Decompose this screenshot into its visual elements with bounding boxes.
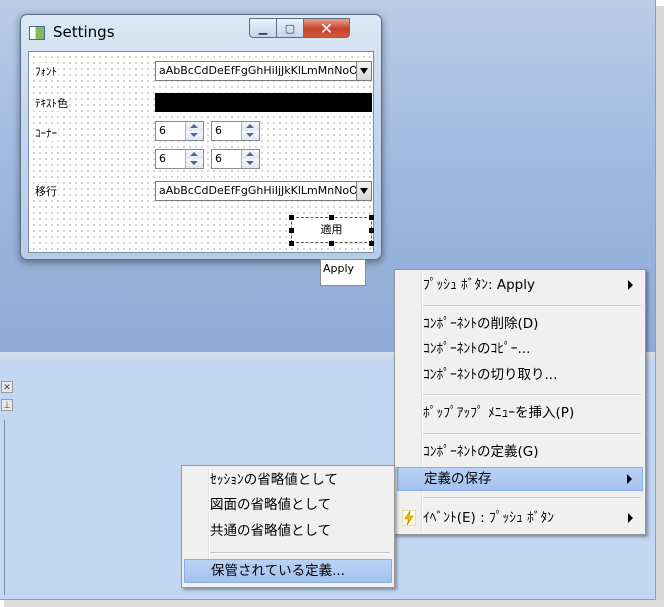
menu-item-label: ｲﾍﾞﾝﾄ(E) : ﾌﾟｯｼｭ ﾎﾞﾀﾝ xyxy=(423,510,554,526)
right-shadow xyxy=(656,6,664,606)
spin-up-icon[interactable] xyxy=(242,150,259,159)
save-definition-submenu: ｾｯｼｮﾝの省略値として 図面の省略値として 共通の省略値として 保管されている… xyxy=(181,465,395,588)
corner-label: ｺｰﾅｰ xyxy=(34,125,58,141)
resize-handle[interactable] xyxy=(289,241,294,246)
shift-combo[interactable]: aAbBcCdDeEfFgGhHiIjJkKlLmMnNoOpP xyxy=(155,181,372,201)
shift-combo-value: aAbBcCdDeEfFgGhHiIjJkKlLmMnNoOpP xyxy=(159,184,372,197)
menu-separator xyxy=(210,552,390,554)
submenu-arrow-icon xyxy=(628,280,633,290)
menu-item-copy-component[interactable]: ｺﾝﾎﾟｰﾈﾝﾄのｺﾋﾟｰ... xyxy=(397,337,643,361)
menu-item-label: 定義の保存 xyxy=(424,471,492,487)
corner-spinner-1[interactable]: 6 xyxy=(155,121,204,141)
panel-pin-icon[interactable]: ⊥ xyxy=(1,399,13,411)
window-app-icon xyxy=(29,26,45,40)
spin-up-icon[interactable] xyxy=(242,122,259,131)
context-menu: ﾌﾟｯｼｭ ﾎﾞﾀﾝ: Apply ｺﾝﾎﾟｰﾈﾝﾄの削除(D) ｺﾝﾎﾟｰﾈﾝ… xyxy=(394,269,646,535)
submenu-item-session-default[interactable]: ｾｯｼｮﾝの省略値として xyxy=(184,468,392,492)
settings-window: Settings ▁ ▢ ✕ ﾌｫﾝﾄ aAbBcCdDeEfFgGhHiIjJ… xyxy=(20,14,382,260)
resize-handle[interactable] xyxy=(369,228,374,233)
corner-spinner-2[interactable]: 6 xyxy=(211,121,260,141)
font-label: ﾌｫﾝﾄ xyxy=(34,63,58,79)
corner-spinner-1-value: 6 xyxy=(159,124,166,137)
menu-item-label: ﾌﾟｯｼｭ ﾎﾞﾀﾝ: Apply xyxy=(423,277,535,293)
menu-item-delete-component[interactable]: ｺﾝﾎﾟｰﾈﾝﾄの削除(D) xyxy=(397,312,643,336)
close-button[interactable]: ✕ xyxy=(304,18,350,38)
menu-separator xyxy=(423,305,641,307)
panel-close-icon[interactable]: ✕ xyxy=(1,381,13,393)
menu-separator xyxy=(423,497,641,499)
menu-item-insert-popup-menu[interactable]: ﾎﾟｯﾌﾟｱｯﾌﾟ ﾒﾆｭｰを挿入(P) xyxy=(397,401,643,425)
menu-item-label: 保管されている定義... xyxy=(211,563,345,579)
menu-item-label: 図面の省略値として xyxy=(210,497,332,513)
menu-item-label: ﾎﾟｯﾌﾟｱｯﾌﾟ ﾒﾆｭｰを挿入(P) xyxy=(423,405,575,421)
text-color-label: ﾃｷｽﾄ色 xyxy=(34,95,69,111)
minimize-button[interactable]: ▁ xyxy=(249,18,277,38)
shift-combo-dropdown-icon[interactable] xyxy=(356,182,371,200)
spin-up-icon[interactable] xyxy=(186,122,203,131)
menu-item-label: ｾｯｼｮﾝの省略値として xyxy=(210,472,338,488)
panel-guide-line xyxy=(4,420,5,595)
window-title: Settings xyxy=(53,23,115,41)
submenu-item-drawing-default[interactable]: 図面の省略値として xyxy=(184,493,392,517)
design-canvas[interactable]: ﾌｫﾝﾄ aAbBcCdDeEfFgGhHiIjJkKlLmMnNoOpP ﾃｷ… xyxy=(28,51,374,253)
menu-item-label: ｺﾝﾎﾟｰﾈﾝﾄの切り取り... xyxy=(423,367,558,383)
resize-handle[interactable] xyxy=(289,228,294,233)
font-combo[interactable]: aAbBcCdDeEfFgGhHiIjJkKlLmMnNoOpP xyxy=(155,61,372,81)
menu-separator xyxy=(423,394,641,396)
resize-handle[interactable] xyxy=(329,241,334,246)
text-color-swatch[interactable] xyxy=(155,93,372,112)
menu-item-label: ｺﾝﾎﾟｰﾈﾝﾄの削除(D) xyxy=(423,316,539,332)
resize-handle[interactable] xyxy=(369,241,374,246)
submenu-item-common-default[interactable]: 共通の省略値として xyxy=(184,519,392,543)
menu-separator xyxy=(423,433,641,435)
caption-buttons: ▁ ▢ ✕ xyxy=(249,18,350,38)
menu-item-label: ｺﾝﾎﾟｰﾈﾝﾄのｺﾋﾟｰ... xyxy=(423,341,531,357)
spin-down-icon[interactable] xyxy=(242,131,259,140)
menu-item-push-button[interactable]: ﾌﾟｯｼｭ ﾎﾞﾀﾝ: Apply xyxy=(397,273,643,297)
corner-spinner-2-value: 6 xyxy=(215,124,222,137)
apply-button[interactable]: 適用 xyxy=(291,217,372,243)
submenu-arrow-icon xyxy=(627,474,632,484)
font-combo-dropdown-icon[interactable] xyxy=(356,62,371,80)
corner-spinner-3-value: 6 xyxy=(159,152,166,165)
submenu-arrow-icon xyxy=(628,513,633,523)
submenu-item-stored-definitions[interactable]: 保管されている定義... xyxy=(184,559,392,583)
apply-tooltip: Apply xyxy=(320,259,366,286)
spin-down-icon[interactable] xyxy=(186,159,203,168)
menu-item-label: 共通の省略値として xyxy=(210,523,332,539)
menu-item-component-definition[interactable]: ｺﾝﾎﾟｰﾈﾝﾄの定義(G) xyxy=(397,440,643,464)
corner-spinner-3[interactable]: 6 xyxy=(155,149,204,169)
spin-down-icon[interactable] xyxy=(242,159,259,168)
resize-handle[interactable] xyxy=(289,215,294,220)
menu-item-cut-component[interactable]: ｺﾝﾎﾟｰﾈﾝﾄの切り取り... xyxy=(397,363,643,387)
corner-spinner-4-value: 6 xyxy=(215,152,222,165)
menu-item-label: ｺﾝﾎﾟｰﾈﾝﾄの定義(G) xyxy=(423,444,539,460)
spin-down-icon[interactable] xyxy=(186,131,203,140)
resize-handle[interactable] xyxy=(369,215,374,220)
lightning-icon xyxy=(402,510,416,526)
menu-item-save-definition[interactable]: 定義の保存 xyxy=(397,467,643,491)
maximize-button[interactable]: ▢ xyxy=(277,18,304,38)
font-combo-value: aAbBcCdDeEfFgGhHiIjJkKlLmMnNoOpP xyxy=(159,64,372,77)
resize-handle[interactable] xyxy=(329,215,334,220)
menu-item-event[interactable]: ｲﾍﾞﾝﾄ(E) : ﾌﾟｯｼｭ ﾎﾞﾀﾝ xyxy=(397,506,643,530)
shift-label: 移行 xyxy=(34,183,58,199)
spin-up-icon[interactable] xyxy=(186,150,203,159)
corner-spinner-4[interactable]: 6 xyxy=(211,149,260,169)
bottom-shadow xyxy=(4,600,664,607)
